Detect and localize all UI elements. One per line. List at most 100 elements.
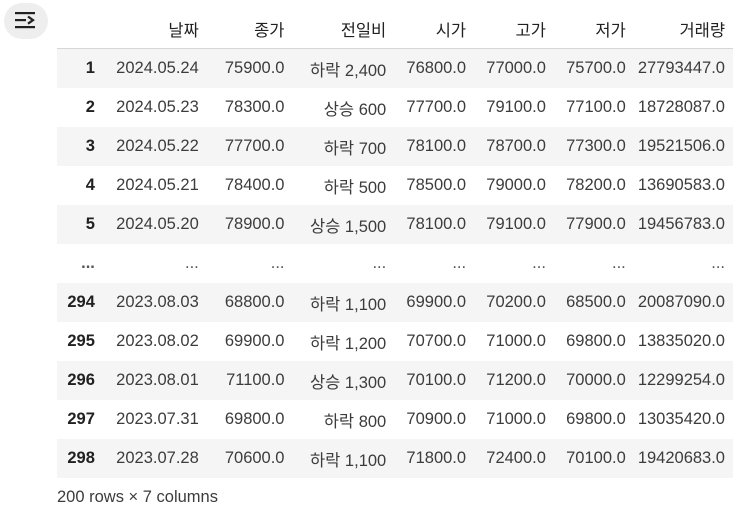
table-cell: 77700.0 (406, 98, 467, 116)
table-cell: 2023.08.03 (106, 283, 207, 322)
table-cell: 71100.0 (206, 361, 293, 400)
dataframe-table: 날짜 종가 전일비 시가 고가 저가 거래량 1 2024.05.24 75900.… (57, 10, 733, 478)
column-header: 전일비 (292, 10, 395, 49)
table-summary: 200 rows × 7 columns (57, 488, 218, 506)
table-cell: 69900.0 (224, 332, 285, 350)
table-cell: ... (612, 254, 626, 272)
table-row: 5 2024.05.20 78900.0 상승 1,500 78100.0 79100.0… (57, 205, 733, 244)
table-cell: 하락 800 (323, 412, 387, 431)
column-header: 종가 (206, 10, 293, 49)
table-cell: 71000.0 (486, 332, 546, 350)
table-cell: ... (372, 254, 387, 272)
table-row: 298 2023.07.28 70600.0 하락 1,100 71800.0 72400… (57, 439, 733, 478)
table-cell: 2024.05.24 (106, 48, 207, 88)
table-cell: 78100.0 (394, 205, 475, 244)
table-cell: 2024.05.22 (106, 127, 207, 166)
table-cell: 2023.08.01 (106, 361, 207, 400)
table-cell: 69800.0 (566, 410, 626, 428)
table-row: 297 2023.07.31 69800.0 하락 800 70900.0 71000.0… (57, 400, 733, 439)
table-cell: 78200.0 (566, 176, 626, 194)
row-index: 4 (85, 176, 95, 194)
column-header: 저가 (553, 10, 634, 49)
table-cell: 하락 1,100 (292, 283, 395, 322)
row-index: 295 (67, 332, 95, 350)
table-cell: 71800.0 (394, 439, 475, 478)
table-cell: 18728087.0 (637, 98, 725, 116)
table-cell: 70100.0 (394, 361, 475, 400)
table-cell: 77900.0 (553, 205, 634, 244)
toggle-view-button[interactable] (4, 3, 48, 39)
table-cell: 하락 2,400 (292, 48, 395, 88)
table-cell: 12299254.0 (633, 361, 733, 400)
table-cell: 2023.07.31 (116, 410, 199, 428)
format-list-icon (14, 10, 38, 32)
table-cell: 76800.0 (394, 48, 475, 88)
table-cell: 2024.05.21 (116, 176, 199, 194)
table-cell: 상승 600 (323, 100, 387, 119)
table-cell: 19456783.0 (633, 205, 733, 244)
table-cell: ... (185, 254, 199, 272)
table-cell: 77000.0 (474, 48, 554, 88)
table-cell: 70200.0 (474, 283, 554, 322)
row-index: 294 (57, 283, 107, 322)
table-cell: 78400.0 (224, 176, 285, 194)
table-cell: 70700.0 (406, 332, 467, 350)
table-cell: ... (270, 254, 285, 272)
table-cell: 13035420.0 (637, 410, 725, 428)
table-row: 4 2024.05.21 78400.0 하락 500 78500.0 79000.0 78… (57, 166, 733, 205)
table-cell: 68800.0 (206, 283, 293, 322)
table-cell: 71200.0 (474, 361, 554, 400)
index-header (57, 10, 107, 49)
table-cell: 77300.0 (553, 127, 634, 166)
table-row: 2 2024.05.23 78300.0 상승 600 77700.0 79100.0 77… (57, 88, 733, 127)
table-row: 1 2024.05.24 75900.0 하락 2,400 76800.0 77000.0… (57, 48, 733, 88)
table-cell: 77100.0 (566, 98, 626, 116)
row-index: 296 (57, 361, 107, 400)
table-cell: 하락 700 (292, 127, 395, 166)
table-cell: 77700.0 (206, 127, 293, 166)
table-cell: 하락 1,100 (292, 439, 395, 478)
table-cell: ... (532, 254, 546, 272)
row-index: 2 (85, 98, 95, 116)
table-cell: 하락 1,200 (309, 334, 387, 353)
table-cell: 20087090.0 (633, 283, 733, 322)
table-cell: 79100.0 (474, 205, 554, 244)
table-cell: 78900.0 (206, 205, 293, 244)
table-cell: 79100.0 (486, 98, 546, 116)
row-index: 298 (57, 439, 107, 478)
table-cell: 70000.0 (553, 361, 634, 400)
table-cell: 69900.0 (394, 283, 475, 322)
table-cell: 2023.07.28 (106, 439, 207, 478)
row-index: 5 (57, 205, 107, 244)
table-cell: 71000.0 (486, 410, 546, 428)
table-cell: ... (711, 254, 725, 272)
table-cell: 78700.0 (474, 127, 554, 166)
table-cell: 하락 500 (323, 178, 387, 197)
table-cell: 13690583.0 (637, 176, 725, 194)
row-index: 1 (57, 48, 107, 88)
table-cell: 70100.0 (553, 439, 634, 478)
table-cell: 78100.0 (394, 127, 475, 166)
column-header: 날짜 (106, 10, 207, 49)
table-cell: 75900.0 (206, 48, 293, 88)
table-row: 3 2024.05.22 77700.0 하락 700 78100.0 78700.0 77… (57, 127, 733, 166)
table-cell: 70900.0 (406, 410, 467, 428)
table-cell: 78500.0 (406, 176, 467, 194)
table-cell: 79000.0 (486, 176, 546, 194)
table-cell: 2024.05.20 (106, 205, 207, 244)
table-cell: 75700.0 (553, 48, 634, 88)
table-row: 295 2023.08.02 69900.0 하락 1,200 70700.0 71000… (57, 322, 733, 361)
column-header: 시가 (394, 10, 475, 49)
table-cell: 69800.0 (566, 332, 626, 350)
table-cell: 78300.0 (224, 98, 285, 116)
table-row: 296 2023.08.01 71100.0 상승 1,300 70100.0 71200… (57, 361, 733, 400)
ellipsis-row: ........................ (57, 244, 733, 283)
table-cell: 68500.0 (553, 283, 634, 322)
row-index: 3 (57, 127, 107, 166)
table-cell: 69800.0 (224, 410, 285, 428)
row-index: 297 (67, 410, 95, 428)
table-cell: ... (452, 254, 467, 272)
column-header: 고가 (474, 10, 554, 49)
table-cell: 19521506.0 (633, 127, 733, 166)
table-cell: 13835020.0 (637, 332, 725, 350)
